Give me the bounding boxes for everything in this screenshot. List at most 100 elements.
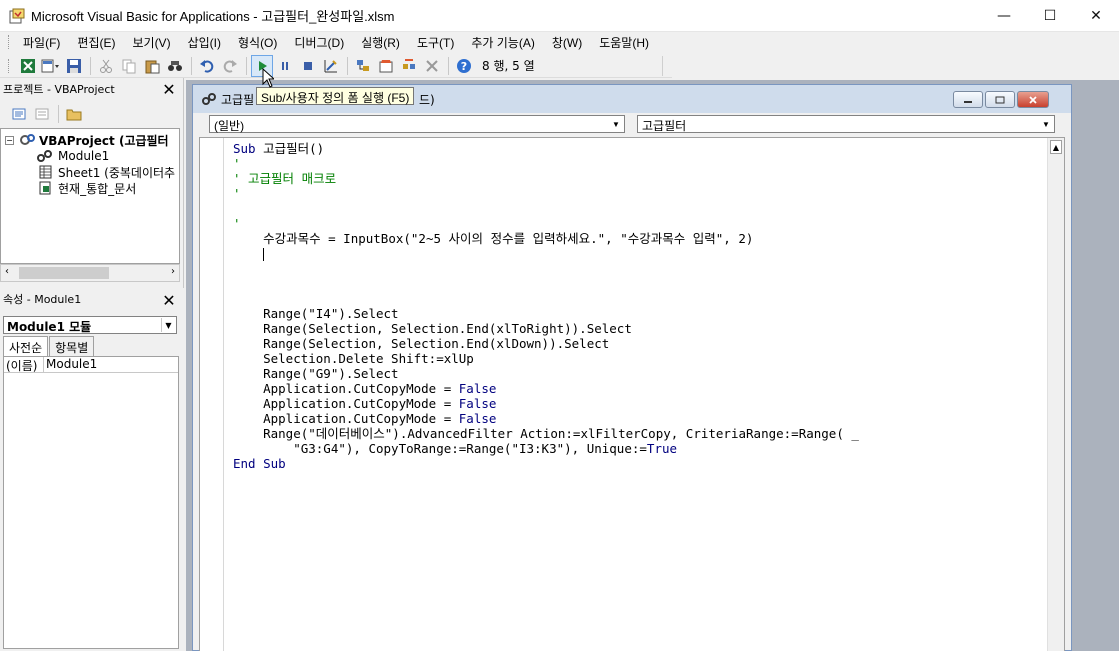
menu-edit[interactable]: 편집(E) bbox=[71, 34, 121, 51]
chevron-down-icon[interactable]: ▼ bbox=[161, 318, 175, 332]
properties-grid: (이름) Module1 bbox=[3, 356, 179, 649]
menu-run[interactable]: 실행(R) bbox=[355, 34, 406, 51]
insert-module-icon[interactable] bbox=[40, 55, 62, 77]
standard-toolbar: ? 8 행, 5 열 bbox=[0, 54, 672, 78]
object-select[interactable]: Module1 모듈 ▼ bbox=[3, 316, 177, 334]
tree-item-workbook[interactable]: 현재_통합_문서 bbox=[35, 180, 136, 196]
object-browser-icon[interactable] bbox=[398, 55, 420, 77]
reset-icon[interactable] bbox=[297, 55, 319, 77]
copy-icon[interactable] bbox=[118, 55, 140, 77]
tab-alphabetic[interactable]: 사전순 bbox=[3, 336, 49, 356]
menu-help[interactable]: 도움말(H) bbox=[593, 34, 655, 51]
menu-file[interactable]: 파일(F) bbox=[17, 34, 66, 51]
code-text: Application.CutCopyMode = bbox=[233, 396, 459, 411]
tree-item-module1[interactable]: Module1 bbox=[35, 148, 109, 164]
tree-item-sheet1[interactable]: Sheet1 (중복데이터추 bbox=[35, 164, 175, 180]
scroll-left-icon[interactable]: ‹ bbox=[5, 266, 9, 277]
procedure-combo-value: 고급필터 bbox=[642, 119, 687, 133]
code-line: Range("G9").Select bbox=[233, 366, 399, 381]
scroll-right-icon[interactable]: › bbox=[171, 266, 175, 277]
project-explorer-icon[interactable] bbox=[352, 55, 374, 77]
property-value[interactable]: Module1 bbox=[44, 357, 97, 372]
close-button[interactable]: ✕ bbox=[1073, 0, 1119, 32]
keyword: False bbox=[458, 411, 497, 426]
toolbox-icon[interactable] bbox=[421, 55, 443, 77]
view-code-icon[interactable] bbox=[8, 103, 30, 125]
keyword: False bbox=[458, 381, 497, 396]
undo-icon[interactable] bbox=[196, 55, 218, 77]
code-window-minimize-button[interactable] bbox=[953, 91, 983, 108]
break-icon[interactable] bbox=[274, 55, 296, 77]
project-explorer-panel: 프로젝트 - VBAProject ✕ − VBAProject (고급필터 M… bbox=[0, 78, 184, 288]
code-text: Application.CutCopyMode = bbox=[233, 411, 459, 426]
toggle-folders-icon[interactable] bbox=[63, 103, 85, 125]
code-line: Range("I4").Select bbox=[233, 306, 399, 321]
code-lines[interactable]: Sub 고급필터() ' ' 고급필터 매크로 ' ' 수강과목수 = InputBo… bbox=[233, 141, 859, 471]
project-panel-close-icon[interactable]: ✕ bbox=[160, 80, 178, 99]
chevron-down-icon[interactable]: ▼ bbox=[609, 117, 623, 131]
collapse-icon[interactable]: − bbox=[5, 135, 14, 145]
redo-icon[interactable] bbox=[219, 55, 241, 77]
property-row[interactable]: (이름) Module1 bbox=[4, 357, 178, 373]
object-combo[interactable]: (일반) ▼ bbox=[209, 115, 625, 133]
menu-insert[interactable]: 삽입(I) bbox=[182, 34, 227, 51]
help-icon[interactable]: ? bbox=[453, 55, 475, 77]
tree-item-vbaproject[interactable]: − VBAProject (고급필터 bbox=[5, 132, 169, 148]
code-window-title-end: 드) bbox=[419, 92, 435, 107]
paste-icon[interactable] bbox=[141, 55, 163, 77]
code-window-title-start: 고급필 bbox=[221, 92, 255, 107]
code-line: 수강과목수 = InputBox("2~5 사이의 정수를 입력하세요.", "… bbox=[233, 231, 754, 246]
toolbar-options-icon[interactable] bbox=[662, 56, 672, 76]
procedure-combo[interactable]: 고급필터 ▼ bbox=[637, 115, 1055, 133]
keyword: False bbox=[458, 396, 497, 411]
chevron-down-icon[interactable]: ▼ bbox=[1039, 117, 1053, 131]
code-line bbox=[233, 246, 859, 261]
keyword: Sub bbox=[233, 141, 256, 156]
keyword: True bbox=[646, 441, 678, 456]
design-mode-icon[interactable] bbox=[320, 55, 342, 77]
properties-panel-close-icon[interactable]: ✕ bbox=[160, 291, 178, 310]
menu-view[interactable]: 보기(V) bbox=[126, 34, 176, 51]
svg-text:?: ? bbox=[461, 60, 467, 73]
view-object-icon[interactable] bbox=[31, 103, 53, 125]
menu-window[interactable]: 창(W) bbox=[546, 34, 588, 51]
property-name: (이름) bbox=[4, 357, 44, 373]
toolbar-grip[interactable] bbox=[8, 58, 11, 73]
code-line: "G3:G4"), CopyToRange:=Range("I3:K3"), U… bbox=[233, 441, 859, 456]
code-editor[interactable]: Sub 고급필터() ' ' 고급필터 매크로 ' ' 수강과목수 = InputBo… bbox=[199, 137, 1065, 651]
code-line: Application.CutCopyMode = False bbox=[233, 396, 859, 411]
scroll-thumb[interactable] bbox=[19, 267, 109, 279]
scroll-up-icon[interactable]: ▲ bbox=[1050, 140, 1062, 154]
toolbar-separator bbox=[246, 56, 247, 75]
menu-tools[interactable]: 도구(T) bbox=[411, 34, 460, 51]
excel-view-icon[interactable] bbox=[17, 55, 39, 77]
tab-categorized[interactable]: 항목별 bbox=[49, 336, 95, 356]
code-line: Range(Selection, Selection.End(xlToRight… bbox=[233, 321, 632, 336]
menu-addins[interactable]: 추가 기능(A) bbox=[465, 34, 541, 51]
toolbar-separator bbox=[347, 56, 348, 75]
find-icon[interactable] bbox=[164, 55, 186, 77]
menu-format[interactable]: 형식(O) bbox=[232, 34, 283, 51]
code-window: 고급필 드) (일반) ▼ 고급필터 ▼ Sub 고급필터() ' ' 고급필터 매… bbox=[192, 84, 1072, 651]
tree-item-label: VBAProject (고급필터 bbox=[39, 133, 169, 148]
code-margin[interactable] bbox=[200, 138, 224, 651]
menu-grip[interactable] bbox=[8, 35, 11, 49]
code-line: Range("데이터베이스").AdvancedFilter Action:=x… bbox=[233, 426, 859, 441]
code-window-restore-button[interactable] bbox=[985, 91, 1015, 108]
code-window-close-button[interactable] bbox=[1017, 91, 1049, 108]
code-line: ' bbox=[233, 216, 241, 231]
code-line: End Sub bbox=[233, 456, 859, 471]
toolbar-separator bbox=[90, 56, 91, 75]
project-panel-toolbar bbox=[0, 102, 184, 126]
cut-icon[interactable] bbox=[95, 55, 117, 77]
toolbar-separator bbox=[58, 105, 59, 123]
project-tree-hscrollbar[interactable]: ‹ › bbox=[0, 264, 180, 282]
maximize-button[interactable]: ☐ bbox=[1027, 0, 1073, 32]
code-line: ' 고급필터 매크로 bbox=[233, 171, 337, 186]
properties-window-icon[interactable] bbox=[375, 55, 397, 77]
save-icon[interactable] bbox=[63, 55, 85, 77]
code-vscrollbar[interactable]: ▲ bbox=[1047, 138, 1064, 651]
vba-app-icon bbox=[9, 8, 25, 24]
menu-debug[interactable]: 디버그(D) bbox=[288, 34, 350, 51]
minimize-button[interactable]: — bbox=[981, 0, 1027, 32]
